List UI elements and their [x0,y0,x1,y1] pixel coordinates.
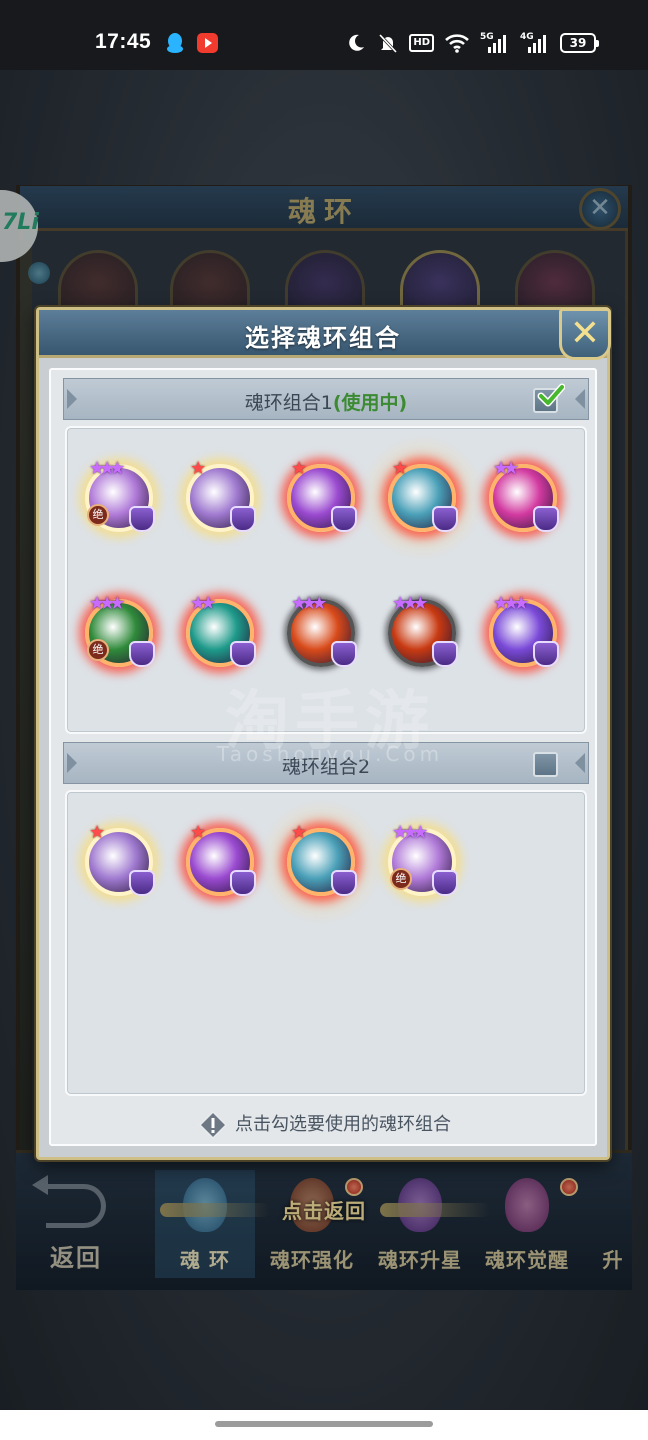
ring-star-rating: ★★★ [89,458,126,479]
soul-ring-icon[interactable]: ★★★ 绝 [382,822,462,902]
spirit-shield-icon [432,641,458,667]
ring-star-rating: ★ [291,822,307,843]
combo-1-header[interactable]: 魂环组合1(使用中) [63,378,589,420]
spirit-shield-icon [331,870,357,896]
spirit-shield-icon [533,641,559,667]
combo-2-checkbox[interactable] [533,752,558,777]
soul-ring-icon[interactable]: ★ [281,458,361,538]
spirit-shield-icon [331,641,357,667]
spirit-shield-icon [533,506,559,532]
ring-star-rating: ★★ [493,458,519,479]
spirit-shield-icon [432,506,458,532]
hint-text: 点击勾选要使用的魂环组合 [235,1114,451,1135]
combo-1-checkbox[interactable] [533,383,565,413]
wifi-icon [445,34,469,53]
soul-ring-icon[interactable]: ★★★ [281,593,361,673]
spirit-shield-icon [432,870,458,896]
close-x-icon: ✕ [569,313,601,354]
jue-badge: 绝 [390,868,412,890]
combo-1-status: (使用中) [332,392,408,414]
spirit-shield-icon [129,870,155,896]
checkmark-icon [537,383,565,407]
soul-ring-icon[interactable]: ★★ [180,593,260,673]
qq-icon [167,33,183,53]
video-app-icon [197,33,218,53]
mute-icon [379,33,398,54]
jue-badge: 绝 [87,504,109,526]
status-icons: HD 5G 4G 39 [345,31,599,55]
soul-ring-icon[interactable]: ★ [180,458,260,538]
ring-star-rating: ★★★ [392,822,429,843]
combo-2-ring-panel[interactable]: ★ ★ ★ ★★★ 绝 [65,790,587,1096]
spirit-shield-icon [331,506,357,532]
combo-1-title: 魂环组合1(使用中) [64,388,588,415]
ring-star-rating: ★ [291,458,307,479]
ring-star-rating: ★ [190,822,206,843]
soul-ring-icon[interactable]: ★ [79,822,159,902]
spirit-shield-icon [230,870,256,896]
ring-star-rating: ★★★ [493,593,530,614]
spirit-shield-icon [129,506,155,532]
status-time: 17:45 [95,30,152,53]
ring-star-rating: ★ [190,458,206,479]
soul-ring-icon[interactable]: ★★★ 绝 [79,593,159,673]
ring-star-rating: ★★★ [291,593,328,614]
dialog-close-button[interactable]: ✕ [559,308,611,360]
soul-ring-icon[interactable]: ★★★ 绝 [79,458,159,538]
ring-star-rating: ★ [392,458,408,479]
spirit-shield-icon [129,641,155,667]
ring-star-rating: ★★★ [89,593,126,614]
dialog-title: 选择魂环组合 [245,324,401,352]
battery-icon: 39 [560,33,599,53]
soul-ring-icon[interactable]: ★★★ [382,593,462,673]
ring-star-rating: ★★★ [392,593,429,614]
hd-icon: HD [409,34,434,52]
soul-ring-icon[interactable]: ★★★ [483,593,563,673]
spirit-shield-icon [230,506,256,532]
4g-signal-icon: 4G [520,32,550,54]
warning-diamond-icon [199,1111,227,1139]
hint-row: 点击勾选要使用的魂环组合 [51,1110,599,1139]
status-bar: 17:45 HD 5G 4G 39 [0,0,648,70]
dialog-header: 选择魂环组合 [39,310,607,358]
ring-star-rating: ★ [89,822,105,843]
soul-ring-icon[interactable]: ★ [180,822,260,902]
soul-ring-icon[interactable]: ★ [281,822,361,902]
system-navigation-bar [0,1410,648,1440]
soul-ring-icon[interactable]: ★ [382,458,462,538]
5g-signal-icon: 5G [480,32,510,54]
moon-icon [349,34,365,51]
soul-ring-icon[interactable]: ★★ [483,458,563,538]
combo-1-name: 魂环组合1 [244,392,333,414]
watermark-url: Taoshouyou.Com [216,742,444,766]
jue-badge: 绝 [87,639,109,661]
ring-star-rating: ★★ [190,593,216,614]
spirit-shield-icon [230,641,256,667]
home-indicator[interactable] [215,1421,433,1427]
game-screen: 魂环 ✕ 7Li 返回 魂 环 魂环强化 魂环升星 魂环觉醒 升 点击返回 选择… [0,0,648,1440]
